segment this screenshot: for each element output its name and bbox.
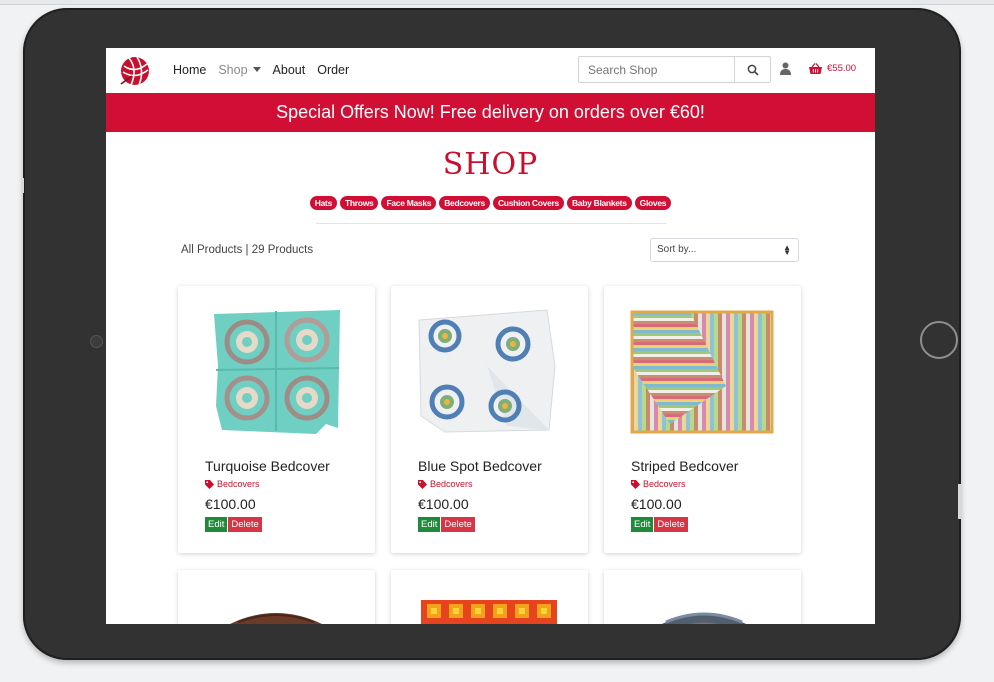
nav-about[interactable]: About xyxy=(273,63,306,77)
category-badge-cushion-covers[interactable]: Cushion Covers xyxy=(492,196,564,210)
product-image[interactable] xyxy=(178,570,375,624)
chevron-down-icon xyxy=(252,67,261,72)
tag-icon xyxy=(418,479,427,489)
product-image[interactable] xyxy=(391,570,588,624)
product-image[interactable] xyxy=(604,570,801,624)
select-arrows-icon: ▲ ▼ xyxy=(783,243,791,257)
product-card[interactable]: Blue Spot Bedcover Bedcovers €100.00 Edi… xyxy=(391,286,588,553)
delete-button[interactable]: Delete xyxy=(654,517,688,532)
product-category-link[interactable]: Bedcovers xyxy=(631,479,686,489)
product-card[interactable] xyxy=(604,570,801,624)
product-name[interactable]: Blue Spot Bedcover xyxy=(418,458,542,474)
product-category-link[interactable]: Bedcovers xyxy=(418,479,473,489)
tag-icon xyxy=(631,479,640,489)
product-image[interactable] xyxy=(417,306,561,434)
category-badge-bedcovers[interactable]: Bedcovers xyxy=(439,196,490,210)
website-screen: Home Shop About Order €55.00 xyxy=(106,48,875,624)
promo-banner-text: Special Offers Now! Free delivery on ord… xyxy=(276,102,705,122)
product-price: €100.00 xyxy=(205,496,256,512)
product-name[interactable]: Turquoise Bedcover xyxy=(205,458,330,474)
nav-shop-dropdown[interactable]: Shop xyxy=(218,63,261,77)
product-category-label: Bedcovers xyxy=(643,479,686,489)
product-name[interactable]: Striped Bedcover xyxy=(631,458,738,474)
product-category-label: Bedcovers xyxy=(430,479,473,489)
sort-select-label: Sort by... xyxy=(657,244,697,255)
product-image[interactable] xyxy=(630,306,774,434)
edit-button[interactable]: Edit xyxy=(205,517,228,532)
nav-order[interactable]: Order xyxy=(317,63,349,77)
category-badge-throws[interactable]: Throws xyxy=(340,196,379,210)
category-badge-face-masks[interactable]: Face Masks xyxy=(381,196,437,210)
product-category-link[interactable]: Bedcovers xyxy=(205,479,260,489)
product-card[interactable] xyxy=(391,570,588,624)
side-button-mark xyxy=(958,484,961,519)
category-badges: Hats Throws Face Masks Bedcovers Cushion… xyxy=(106,196,875,210)
product-count: All Products | 29 Products xyxy=(181,244,314,256)
cart-total: €55.00 xyxy=(827,63,857,74)
product-price: €100.00 xyxy=(418,496,469,512)
basket-icon xyxy=(809,63,822,74)
search-icon xyxy=(747,64,759,76)
product-category-label: Bedcovers xyxy=(217,479,260,489)
yarn-ball-logo[interactable] xyxy=(118,54,152,88)
nav-shop-label: Shop xyxy=(218,63,248,77)
category-badge-gloves[interactable]: Gloves xyxy=(634,196,672,210)
tag-icon xyxy=(205,479,214,489)
delete-button[interactable]: Delete xyxy=(441,517,475,532)
divider xyxy=(316,223,666,224)
promo-banner: Special Offers Now! Free delivery on ord… xyxy=(106,93,875,132)
product-card[interactable] xyxy=(178,570,375,624)
navbar: Home Shop About Order €55.00 xyxy=(106,48,875,93)
category-badge-baby-blankets[interactable]: Baby Blankets xyxy=(566,196,632,210)
product-card[interactable]: Striped Bedcover Bedcovers €100.00 Edit … xyxy=(604,286,801,553)
edit-button[interactable]: Edit xyxy=(631,517,654,532)
page-top-strip xyxy=(0,0,994,5)
product-price: €100.00 xyxy=(631,496,682,512)
side-button-mark xyxy=(21,178,24,193)
search-input[interactable] xyxy=(578,56,735,83)
product-card[interactable]: Turquoise Bedcover Bedcovers €100.00 Edi… xyxy=(178,286,375,553)
category-badge-hats[interactable]: Hats xyxy=(309,196,338,210)
edit-button[interactable]: Edit xyxy=(418,517,441,532)
home-button xyxy=(920,321,958,359)
user-account-icon[interactable] xyxy=(780,62,791,75)
delete-button[interactable]: Delete xyxy=(228,517,262,532)
cart-link[interactable]: €55.00 xyxy=(809,63,856,74)
nav-home[interactable]: Home xyxy=(173,63,206,77)
product-image[interactable] xyxy=(204,306,348,434)
page-title: SHOP xyxy=(442,147,539,182)
camera-icon xyxy=(90,335,103,348)
sort-select[interactable]: Sort by... ▲ ▼ xyxy=(650,238,799,262)
search-button[interactable] xyxy=(734,56,771,83)
